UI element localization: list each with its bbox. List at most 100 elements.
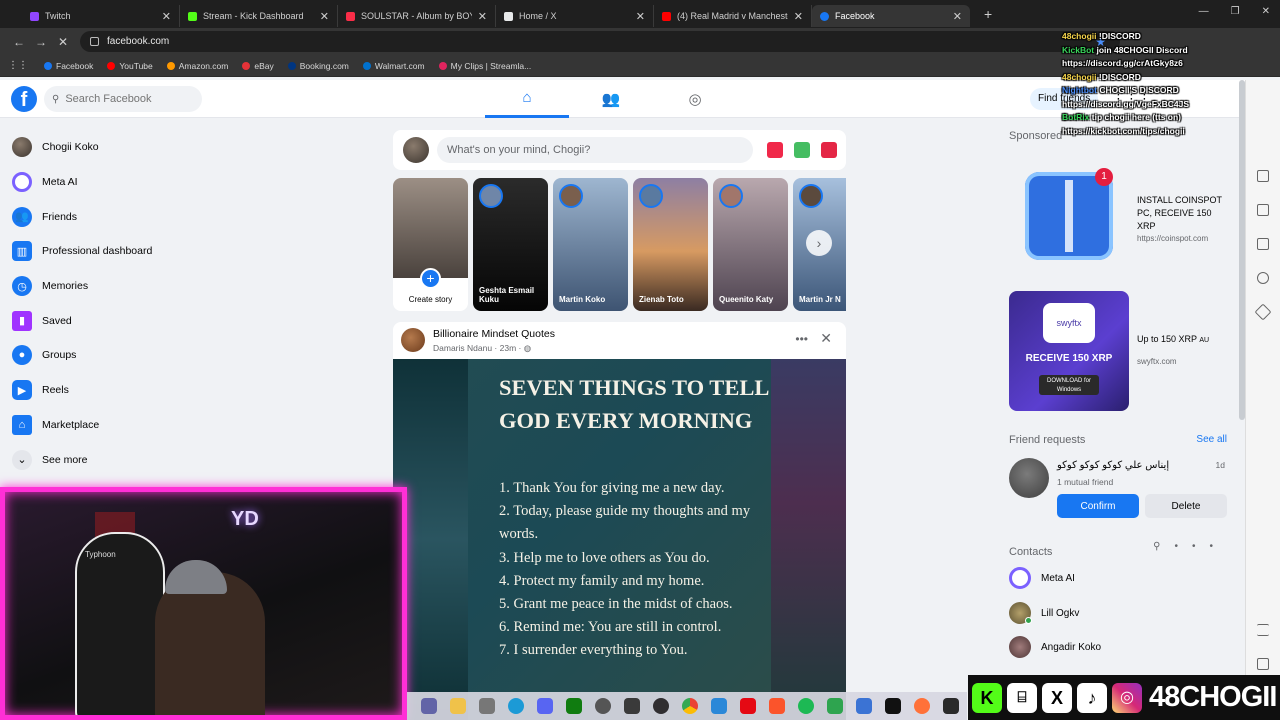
search-input[interactable] xyxy=(65,93,186,105)
tab-twitch[interactable]: Twitch ✕ xyxy=(22,5,180,27)
close-tab-icon[interactable]: ✕ xyxy=(953,10,962,23)
more-options-icon[interactable]: ••• xyxy=(795,332,808,346)
close-window-icon[interactable]: ✕ xyxy=(1262,6,1270,17)
back-icon[interactable]: ← xyxy=(8,35,30,49)
bookmark-facebook[interactable]: Facebook xyxy=(44,61,93,71)
home-icon[interactable]: ⌂ xyxy=(485,80,569,118)
tab-youtube[interactable]: (4) Real Madrid v Manchester C ✕ xyxy=(654,5,812,27)
sidebar-item-meta-ai[interactable]: Meta AI xyxy=(8,165,208,200)
avatar[interactable] xyxy=(401,328,425,352)
close-tab-icon[interactable]: ✕ xyxy=(320,10,329,23)
see-all-link[interactable]: See all xyxy=(1196,434,1227,446)
story-card[interactable]: Zienab Toto xyxy=(633,178,708,311)
brave-icon[interactable] xyxy=(769,698,785,714)
contact-item[interactable]: Lill Ogkv xyxy=(1009,598,1079,628)
apps-grid-icon[interactable]: ⋮⋮ xyxy=(8,60,28,71)
store-icon[interactable] xyxy=(479,698,495,714)
discord-icon[interactable] xyxy=(537,698,553,714)
xbox-icon[interactable] xyxy=(566,698,582,714)
app-icon[interactable] xyxy=(624,698,640,714)
sidebar-item-reels[interactable]: ▶ Reels xyxy=(8,373,208,408)
reel-icon[interactable] xyxy=(821,142,837,158)
bookmark-streamladder[interactable]: My Clips | Streamla... xyxy=(438,61,531,71)
new-tab-button[interactable]: + xyxy=(984,6,992,22)
tiktok-icon[interactable] xyxy=(885,698,901,714)
sidebar-item-see-more[interactable]: ⌄ See more xyxy=(8,442,208,477)
groups-nav-icon[interactable]: ◎ xyxy=(653,80,737,118)
more-options-icon[interactable]: ••• xyxy=(1174,541,1227,552)
close-tab-icon[interactable]: ✕ xyxy=(794,10,803,23)
bookmark-booking[interactable]: Booking.com xyxy=(287,61,349,71)
tab-facebook[interactable]: Facebook ✕ xyxy=(812,5,970,27)
create-story-card[interactable]: + Create story xyxy=(393,178,468,311)
forward-icon[interactable]: → xyxy=(30,35,52,49)
post-page-name[interactable]: Billionaire Mindset Quotes xyxy=(433,328,555,340)
site-info-icon[interactable] xyxy=(90,37,99,46)
folder-icon[interactable] xyxy=(450,698,466,714)
post-author[interactable]: Damaris Ndanu xyxy=(433,343,492,353)
sidebar-tool-icon[interactable] xyxy=(1257,170,1269,182)
spotify-icon[interactable] xyxy=(798,698,814,714)
chrome-icon[interactable] xyxy=(682,698,698,714)
live-video-icon[interactable] xyxy=(767,142,783,158)
requester-name[interactable]: إيناس علي كوكو كوكو كوكو xyxy=(1057,460,1169,471)
sidebar-item-memories[interactable]: ◷ Memories xyxy=(8,269,208,304)
bookmark-amazon[interactable]: Amazon.com xyxy=(166,61,228,71)
post-time[interactable]: 23m xyxy=(500,343,517,353)
post-image[interactable]: SEVEN THINGS TO TELL GOD EVERY MORNING 1… xyxy=(393,359,846,720)
tab-music[interactable]: SOULSTAR - Album by BOY SO ✕ xyxy=(338,5,496,27)
sidebar-item-friends[interactable]: 👥 Friends xyxy=(8,199,208,234)
confirm-button[interactable]: Confirm xyxy=(1057,494,1139,518)
app-icon[interactable] xyxy=(856,698,872,714)
search-box[interactable]: ⚲ xyxy=(44,86,202,112)
photo-video-icon[interactable] xyxy=(794,142,810,158)
chevron-right-icon[interactable]: › xyxy=(806,230,832,256)
games-icon[interactable] xyxy=(1257,272,1269,284)
restore-icon[interactable]: ❐ xyxy=(1231,6,1240,17)
mutual-friends[interactable]: 1 mutual friend xyxy=(1057,477,1113,487)
contact-item[interactable]: Meta AI xyxy=(1009,563,1075,593)
app-icon[interactable] xyxy=(827,698,843,714)
teams-icon[interactable] xyxy=(421,698,437,714)
minimize-icon[interactable]: — xyxy=(1199,6,1209,17)
epic-icon[interactable] xyxy=(943,698,959,714)
story-card[interactable]: Martin Koko xyxy=(553,178,628,311)
close-tab-icon[interactable]: ✕ xyxy=(636,10,645,23)
tab-x[interactable]: Home / X ✕ xyxy=(496,5,654,27)
delete-button[interactable]: Delete xyxy=(1145,494,1227,518)
friends-nav-icon[interactable]: 👥 xyxy=(569,80,653,118)
bookmark-walmart[interactable]: Walmart.com xyxy=(362,61,425,71)
search-icon[interactable]: ⚲ xyxy=(1153,541,1174,552)
reload-icon[interactable]: ✕ xyxy=(52,35,74,49)
firefox-icon[interactable] xyxy=(914,698,930,714)
sidebar-tool-icon[interactable] xyxy=(1257,238,1269,250)
sidebar-toggle-icon[interactable] xyxy=(1257,658,1269,670)
bookmark-youtube[interactable]: YouTube xyxy=(107,61,153,71)
contact-item[interactable]: Angadir Koko xyxy=(1009,632,1101,662)
story-card[interactable]: Geshta Esmail Kuku xyxy=(473,178,548,311)
url-field[interactable]: facebook.com ★ xyxy=(80,31,1120,52)
close-icon[interactable]: ✕ xyxy=(820,330,832,347)
story-card[interactable]: Queenito Katy xyxy=(713,178,788,311)
avatar[interactable] xyxy=(1009,458,1049,498)
sidebar-item-profile[interactable]: Chogii Koko xyxy=(8,130,208,165)
facebook-logo[interactable]: f xyxy=(11,86,37,112)
sidebar-tool-icon[interactable] xyxy=(1257,204,1269,216)
tab-kick[interactable]: Stream - Kick Dashboard ✕ xyxy=(180,5,338,27)
avatar[interactable] xyxy=(403,137,429,163)
settings-icon[interactable] xyxy=(1257,624,1269,636)
composer-input[interactable]: What's on your mind, Chogii? xyxy=(437,137,753,163)
obs-icon[interactable] xyxy=(653,698,669,714)
bookmark-ebay[interactable]: eBay xyxy=(242,61,274,71)
close-tab-icon[interactable]: ✕ xyxy=(478,10,487,23)
sidebar-item-groups[interactable]: ● Groups xyxy=(8,338,208,373)
sidebar-item-saved[interactable]: ▮ Saved xyxy=(8,303,208,338)
sidebar-item-marketplace[interactable]: ⌂ Marketplace xyxy=(8,408,208,443)
tools-icon[interactable] xyxy=(1254,303,1272,321)
edge-icon[interactable] xyxy=(508,698,524,714)
close-tab-icon[interactable]: ✕ xyxy=(162,10,171,23)
netflix-icon[interactable] xyxy=(740,698,756,714)
sidebar-item-dashboard[interactable]: ▥ Professional dashboard xyxy=(8,234,208,269)
app-icon[interactable] xyxy=(711,698,727,714)
settings-icon[interactable] xyxy=(595,698,611,714)
